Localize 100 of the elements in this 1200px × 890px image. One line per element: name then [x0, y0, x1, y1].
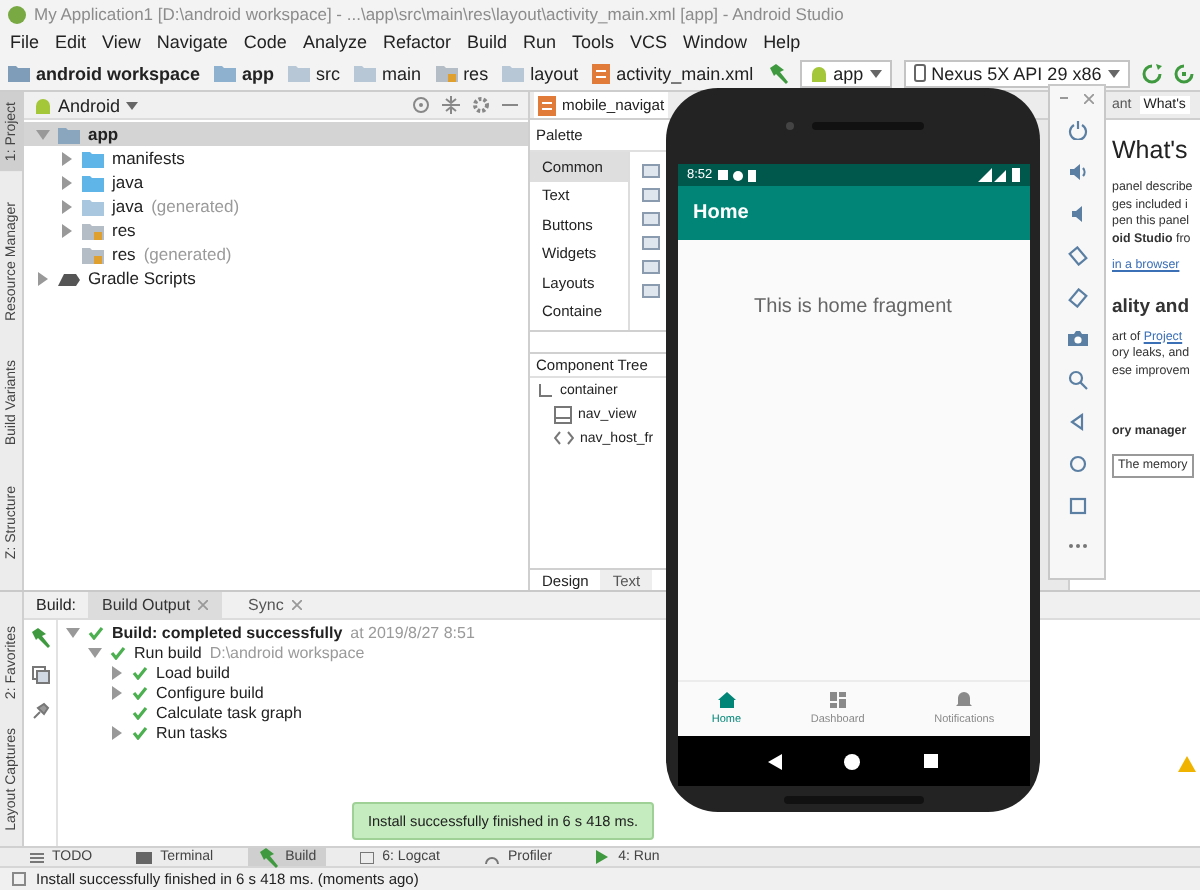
collapse-all-icon[interactable]	[442, 96, 460, 114]
build-step[interactable]: Run tasks	[58, 722, 475, 742]
close-icon[interactable]	[198, 600, 209, 610]
rotate-right-icon[interactable]	[1067, 287, 1087, 308]
folder-icon	[58, 125, 80, 143]
expand-arrow-icon[interactable]	[60, 151, 74, 165]
breadcrumb-item[interactable]: android workspace	[8, 63, 201, 83]
build-step[interactable]: Build: completed successfully at 2019/8/27 8:51	[58, 622, 475, 642]
bell-icon	[956, 692, 973, 708]
power-icon[interactable]	[1067, 120, 1087, 141]
menu-item[interactable]: Navigate	[156, 32, 228, 52]
tree-item[interactable]: app	[24, 122, 528, 146]
tree-item-note: (generated)	[143, 244, 232, 264]
menu-item[interactable]: Edit	[55, 32, 87, 52]
copy-icon[interactable]	[31, 666, 49, 684]
menu-item[interactable]: Help	[763, 32, 801, 52]
expand-arrow-icon[interactable]	[60, 223, 74, 237]
locate-icon[interactable]	[412, 96, 430, 114]
expand-arrow-icon[interactable]	[110, 665, 124, 679]
expand-arrow-icon[interactable]	[60, 199, 74, 213]
caret-icon	[126, 101, 139, 109]
menu-item[interactable]: Tools	[572, 32, 615, 52]
folder-icon	[354, 64, 377, 82]
rotate-left-icon[interactable]	[1067, 245, 1087, 266]
layout-icon	[538, 382, 554, 398]
expand-arrow-icon[interactable]	[36, 271, 50, 285]
overview-icon[interactable]	[923, 754, 938, 768]
minimize-icon[interactable]	[1060, 94, 1068, 102]
menu-item[interactable]: Build	[466, 32, 507, 52]
folder-icon	[82, 197, 104, 215]
expand-arrow-icon[interactable]	[60, 175, 74, 189]
breadcrumb-item[interactable]: activity_main.xml	[592, 63, 754, 83]
collapse-arrow-icon[interactable]	[88, 645, 102, 659]
build-step[interactable]: Calculate task graph	[58, 702, 475, 722]
menu-item[interactable]: Refactor	[382, 32, 451, 52]
xml-file-icon	[538, 95, 556, 115]
home-icon[interactable]	[844, 753, 861, 769]
tree-item[interactable]: res (generated)	[24, 242, 528, 266]
tree-item[interactable]: Gradle Scripts	[24, 266, 528, 290]
folder-icon	[8, 64, 30, 82]
menu-item[interactable]: VCS	[630, 32, 668, 52]
resource-folder-icon	[82, 245, 104, 263]
expand-arrow-icon[interactable]	[110, 685, 124, 699]
build-hammer-icon[interactable]	[767, 63, 788, 83]
menu-item[interactable]: Run	[523, 32, 557, 52]
tree-item[interactable]: manifests	[24, 146, 528, 170]
home-icon	[717, 692, 736, 708]
breadcrumb-item[interactable]: src	[288, 63, 341, 83]
gauge-icon	[483, 851, 500, 863]
tree-item[interactable]: res	[24, 218, 528, 242]
tree-item[interactable]: java (generated)	[24, 194, 528, 218]
menu-item[interactable]: Code	[243, 32, 287, 52]
volume-up-icon[interactable]	[1067, 162, 1087, 183]
camera-icon[interactable]	[1067, 328, 1087, 349]
hammer-icon[interactable]	[30, 628, 50, 648]
collapse-arrow-icon[interactable]	[36, 127, 50, 141]
close-icon[interactable]	[291, 600, 302, 610]
caret-icon	[869, 69, 882, 77]
code-icon	[554, 430, 574, 446]
build-step-note: D:\android workspace	[209, 643, 365, 661]
collapse-arrow-icon[interactable]	[66, 625, 80, 639]
menu-item[interactable]: Window	[683, 32, 748, 52]
breadcrumb-item[interactable]: app	[214, 63, 275, 83]
breadcrumb-item[interactable]: main	[354, 63, 422, 83]
terminal-icon	[136, 851, 153, 863]
resource-folder-icon	[435, 64, 458, 82]
apply-code-icon[interactable]	[1173, 63, 1194, 83]
more-icon[interactable]	[1067, 542, 1087, 551]
apply-changes-icon[interactable]	[1141, 63, 1162, 83]
back-icon[interactable]	[768, 753, 783, 769]
list-icon	[30, 851, 44, 863]
build-step[interactable]: Load build	[58, 662, 475, 682]
build-step[interactable]: Configure build	[58, 682, 475, 702]
panel-heading: What's	[1112, 136, 1188, 164]
close-icon[interactable]	[1084, 93, 1094, 103]
notification-icons	[718, 169, 759, 181]
folder-icon	[214, 64, 237, 82]
menu-item[interactable]: Analyze	[302, 32, 367, 52]
hammer-icon[interactable]	[257, 847, 278, 867]
build-step-note: at 2019/8/27 8:51	[350, 623, 475, 641]
panel-tab[interactable]: Build Output	[88, 592, 223, 618]
expand-arrow-icon[interactable]	[110, 725, 124, 739]
pin-icon[interactable]	[31, 702, 49, 720]
menu-item[interactable]: View	[102, 32, 141, 52]
breadcrumb-item[interactable]: res	[435, 63, 489, 83]
folder-icon	[288, 64, 311, 82]
breadcrumb-item[interactable]: layout	[502, 63, 579, 83]
zoom-icon[interactable]	[1067, 370, 1087, 391]
tree-item[interactable]: java	[24, 170, 528, 194]
view-dropdown[interactable]: Android	[34, 95, 139, 115]
module-dropdown[interactable]: app	[799, 59, 892, 87]
menu-item[interactable]: File	[10, 32, 40, 52]
device-dropdown[interactable]: Nexus 5X API 29 x86	[903, 59, 1130, 87]
settings-icon[interactable]	[472, 96, 490, 114]
build-step[interactable]: Run build D:\android workspace	[58, 642, 475, 662]
panel-title: Build:	[36, 596, 77, 614]
earpiece-icon	[783, 120, 923, 132]
section-heading: ality and	[1112, 295, 1190, 317]
panel-tab[interactable]: Sync	[234, 592, 316, 618]
dashboard-icon	[829, 692, 846, 708]
